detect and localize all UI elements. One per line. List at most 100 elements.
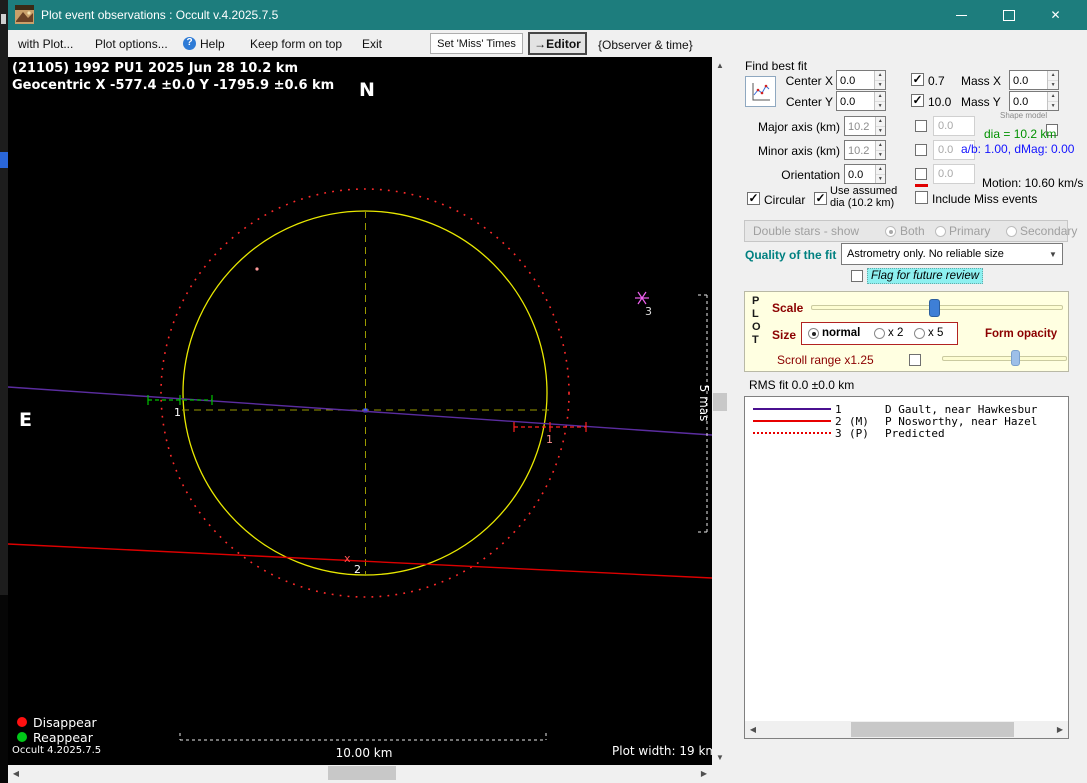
chord-list-horizontal-scrollbar[interactable]: ◀ ▶ xyxy=(745,721,1068,738)
list-scroll-right-icon[interactable]: ▶ xyxy=(1052,721,1068,738)
scroll-range-checkbox[interactable] xyxy=(909,354,921,366)
circular-label: Circular xyxy=(764,193,805,207)
form-opacity-label: Form opacity xyxy=(985,328,1057,340)
flag-review-checkbox[interactable] xyxy=(851,270,863,282)
fit-control-panel: Find best fit Center X ▲▼ 0.7 Mass X xyxy=(728,57,1087,783)
menu-with-plot[interactable]: with Plot... xyxy=(18,37,73,51)
double-stars-primary-label: Primary xyxy=(949,224,990,238)
center-x-label: Center X xyxy=(773,74,833,88)
menu-keep-on-top[interactable]: Keep form on top xyxy=(250,37,342,51)
use-assumed-checkbox[interactable] xyxy=(814,192,827,205)
chevron-down-icon[interactable]: ▼ xyxy=(1045,245,1061,263)
mass-y-input[interactable]: ▲▼ xyxy=(1009,91,1059,111)
mass-x-input[interactable]: ▲▼ xyxy=(1009,70,1059,90)
weight-a-checkbox[interactable] xyxy=(911,73,924,86)
weight-b-checkbox[interactable] xyxy=(911,94,924,107)
diameter-readout: dia = 10.2 km xyxy=(984,127,1056,141)
size-x2-radio[interactable] xyxy=(874,328,885,339)
size-label: Size xyxy=(772,328,796,342)
set-miss-times-button[interactable]: Set 'Miss' Times xyxy=(430,33,523,54)
north-label: N xyxy=(359,79,375,101)
minor-axis-checkbox[interactable] xyxy=(915,144,927,156)
chord-row-2[interactable]: 2 (M) P Nosworthy, near Hazel xyxy=(745,415,1068,427)
mass-y-spinner[interactable]: ▲▼ xyxy=(1047,92,1058,110)
major-axis-input[interactable]: ▲▼ xyxy=(844,116,886,136)
scrollbar-corner xyxy=(712,765,728,781)
menu-help[interactable]: Help xyxy=(200,37,225,51)
shape-model-label: Shape model xyxy=(1000,111,1047,120)
scroll-right-icon[interactable]: ▶ xyxy=(696,765,712,781)
menu-exit[interactable]: Exit xyxy=(362,37,382,51)
minimize-button[interactable] xyxy=(938,0,985,30)
maximize-button[interactable] xyxy=(985,0,1032,30)
center-y-spinner[interactable]: ▲▼ xyxy=(874,92,885,110)
chord-row-3[interactable]: 3 (P) Predicted xyxy=(745,427,1068,439)
scroll-left-icon[interactable]: ◀ xyxy=(8,765,24,781)
scroll-up-icon[interactable]: ▲ xyxy=(712,57,728,73)
orientation-alt-value: 0.0 xyxy=(933,164,975,184)
observer-time-label: {Observer & time} xyxy=(598,38,693,52)
size-normal-label: normal xyxy=(822,327,860,339)
plot-vertical-scrollbar[interactable]: ▲ ▼ xyxy=(712,57,728,765)
size-x5-radio[interactable] xyxy=(914,328,925,339)
menu-bar: with Plot... Plot options... Help Keep f… xyxy=(8,30,1087,57)
background-window-edge xyxy=(0,0,8,783)
include-miss-checkbox[interactable] xyxy=(915,191,928,204)
plot-controls-box: P L O T Scale Size normal x 2 x 5 xyxy=(744,291,1069,372)
plot-letter-o: O xyxy=(752,321,761,333)
ab-dmag-readout: a/b: 1.00, dMag: 0.00 xyxy=(961,142,1074,156)
list-scroll-thumb[interactable] xyxy=(851,722,1014,737)
minor-axis-input[interactable]: ▲▼ xyxy=(844,140,886,160)
menu-plot-options[interactable]: Plot options... xyxy=(95,37,168,51)
help-icon[interactable] xyxy=(183,37,196,50)
center-y-label: Center Y xyxy=(773,95,833,109)
orientation-input[interactable]: ▲▼ xyxy=(844,164,886,184)
chord-list[interactable]: 1 D Gault, near Hawkesbur 2 (M) P Noswor… xyxy=(744,396,1069,739)
scale-slider[interactable] xyxy=(811,299,1063,317)
size-options-box: normal x 2 x 5 xyxy=(801,322,958,345)
double-stars-primary-radio[interactable] xyxy=(935,226,946,237)
form-opacity-thumb[interactable] xyxy=(1011,350,1020,366)
close-button[interactable] xyxy=(1032,0,1079,30)
best-fit-chart-button[interactable] xyxy=(745,76,776,107)
circular-checkbox[interactable] xyxy=(747,192,760,205)
quality-dropdown[interactable]: Astrometry only. No reliable size ▼ xyxy=(841,243,1063,265)
stray-point xyxy=(255,267,258,270)
center-x-input[interactable]: ▲▼ xyxy=(836,70,886,90)
plot-canvas[interactable]: 1 1 x 2 3 (21105) 1992 PU1 2025 xyxy=(8,57,712,765)
horizontal-scroll-thumb[interactable] xyxy=(328,766,396,780)
editor-button[interactable]: →Editor xyxy=(528,32,587,55)
center-y-input[interactable]: ▲▼ xyxy=(836,91,886,111)
size-x2-label: x 2 xyxy=(888,327,903,339)
titlebar[interactable]: Plot event observations : Occult v.4.202… xyxy=(8,0,1087,30)
mass-x-spinner[interactable]: ▲▼ xyxy=(1047,71,1058,89)
list-scroll-left-icon[interactable]: ◀ xyxy=(745,721,761,738)
plot-letter-p: P xyxy=(752,295,759,307)
double-stars-secondary-radio[interactable] xyxy=(1006,226,1017,237)
minor-axis-spinner[interactable]: ▲▼ xyxy=(875,141,885,159)
vertical-scroll-thumb[interactable] xyxy=(713,393,727,411)
center-x-spinner[interactable]: ▲▼ xyxy=(874,71,885,89)
disappear-legend-label: Disappear xyxy=(33,715,97,730)
plot-horizontal-scrollbar[interactable]: ◀ ▶ xyxy=(8,765,712,781)
major-axis-spinner[interactable]: ▲▼ xyxy=(875,117,885,135)
background-artifact-black xyxy=(0,595,8,783)
window-title: Plot event observations : Occult v.4.202… xyxy=(41,8,278,22)
double-stars-both-radio[interactable] xyxy=(885,226,896,237)
major-axis-checkbox[interactable] xyxy=(915,120,927,132)
scroll-down-icon[interactable]: ▼ xyxy=(712,749,728,765)
flag-review-label: Flag for future review xyxy=(867,268,983,284)
size-x5-label: x 5 xyxy=(928,327,943,339)
orientation-spinner[interactable]: ▲▼ xyxy=(875,165,885,183)
vertical-scale-label: 5 mas xyxy=(697,385,711,422)
scale-slider-thumb[interactable] xyxy=(929,299,940,317)
app-icon xyxy=(15,5,34,24)
form-opacity-slider[interactable] xyxy=(942,350,1067,366)
chord-2-line-sample xyxy=(753,420,831,422)
size-normal-radio[interactable] xyxy=(808,328,819,339)
chord-row-1[interactable]: 1 D Gault, near Hawkesbur xyxy=(745,403,1068,415)
orientation-checkbox[interactable] xyxy=(915,168,927,180)
reappear-legend-label: Reappear xyxy=(33,730,94,745)
double-stars-group: Double stars - show Both Primary Seconda… xyxy=(744,220,1068,242)
minor-axis-label: Minor axis (km) xyxy=(738,144,840,158)
